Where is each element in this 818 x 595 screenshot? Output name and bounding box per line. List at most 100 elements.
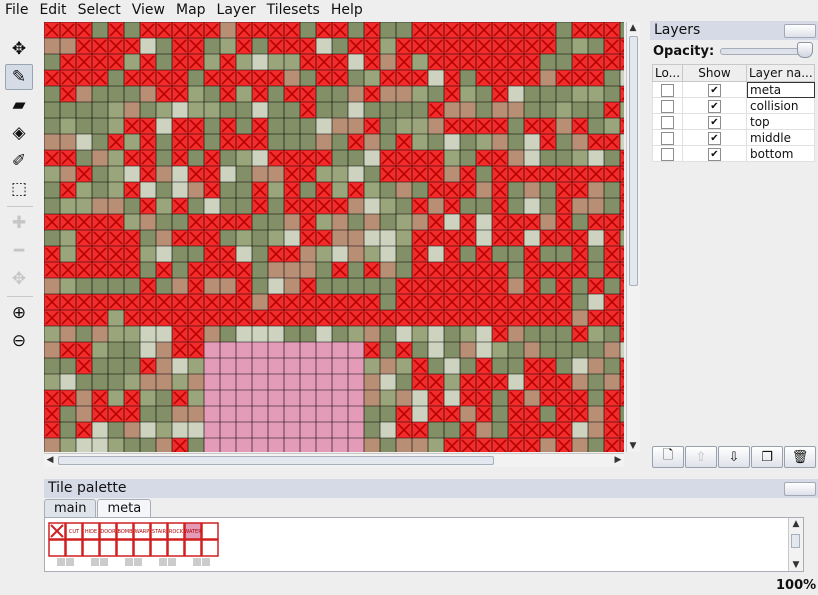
map-tile[interactable] (204, 54, 220, 70)
map-tile[interactable] (188, 438, 204, 452)
map-tile[interactable] (540, 406, 556, 422)
map-tile[interactable] (252, 230, 268, 246)
map-tile[interactable] (156, 326, 172, 342)
map-tile[interactable] (604, 86, 620, 102)
column-lock[interactable]: Lo... (652, 64, 683, 82)
map-tile[interactable] (204, 422, 220, 438)
map-tile[interactable] (188, 374, 204, 390)
map-tile[interactable] (364, 422, 380, 438)
map-tile[interactable] (156, 118, 172, 134)
map-tile[interactable] (572, 214, 588, 230)
map-tile[interactable] (444, 374, 460, 390)
map-tile[interactable] (588, 422, 604, 438)
map-tile[interactable] (156, 54, 172, 70)
map-tile[interactable] (108, 118, 124, 134)
map-tile[interactable] (156, 102, 172, 118)
map-tile[interactable] (60, 278, 76, 294)
map-tile[interactable] (508, 246, 524, 262)
map-tile[interactable] (236, 166, 252, 182)
map-tile[interactable] (572, 374, 588, 390)
map-tile[interactable] (316, 86, 332, 102)
map-tile[interactable] (348, 102, 364, 118)
map-tile[interactable] (188, 70, 204, 86)
new-layer-icon[interactable]: 🗋 (652, 446, 684, 468)
map-tile[interactable] (332, 422, 348, 438)
map-tile[interactable] (460, 198, 476, 214)
map-tile[interactable] (380, 358, 396, 374)
map-tile[interactable] (108, 326, 124, 342)
map-tile[interactable] (380, 390, 396, 406)
map-tile[interactable] (188, 182, 204, 198)
map-tile[interactable] (332, 342, 348, 358)
zoom-remove-icon[interactable]: ━ (5, 238, 33, 264)
map-tile[interactable] (444, 214, 460, 230)
map-tile[interactable] (348, 166, 364, 182)
map-tile[interactable] (300, 422, 316, 438)
map-tile[interactable] (300, 342, 316, 358)
zoom-out-icon[interactable]: ⊖ (5, 328, 33, 354)
map-tile[interactable] (428, 326, 444, 342)
map-tile[interactable] (44, 438, 60, 452)
map-tile[interactable] (604, 326, 620, 342)
map-tile[interactable] (412, 118, 428, 134)
map-tile[interactable] (428, 118, 444, 134)
map-tile[interactable] (220, 182, 236, 198)
map-tile[interactable] (492, 342, 508, 358)
map-tile[interactable] (156, 374, 172, 390)
map-tile[interactable] (108, 438, 124, 452)
map-tile[interactable] (428, 422, 444, 438)
map-tile[interactable] (364, 438, 380, 452)
map-tile[interactable] (572, 38, 588, 54)
map-tile[interactable] (284, 54, 300, 70)
map-tile[interactable] (284, 342, 300, 358)
map-tile[interactable] (396, 230, 412, 246)
map-tile[interactable] (444, 326, 460, 342)
map-tile[interactable] (460, 246, 476, 262)
map-tile[interactable] (284, 422, 300, 438)
map-tile[interactable] (364, 246, 380, 262)
map-tile[interactable] (60, 406, 76, 422)
map-tile[interactable] (444, 422, 460, 438)
map-tile[interactable] (348, 54, 364, 70)
map-tile[interactable] (252, 214, 268, 230)
map-tile[interactable] (332, 182, 348, 198)
map-tile[interactable] (572, 422, 588, 438)
map-tile[interactable] (540, 198, 556, 214)
map-tile[interactable] (348, 86, 364, 102)
map-tile[interactable] (220, 22, 236, 38)
map-tile[interactable] (220, 102, 236, 118)
map-tile[interactable] (268, 54, 284, 70)
map-tile[interactable] (60, 166, 76, 182)
map-tile[interactable] (124, 342, 140, 358)
map-tile[interactable] (92, 342, 108, 358)
map-tile[interactable] (604, 182, 620, 198)
map-tile[interactable] (76, 150, 92, 166)
map-tile[interactable] (252, 166, 268, 182)
map-tile[interactable] (508, 326, 524, 342)
layer-visible-checkbox[interactable]: ✔ (682, 81, 747, 98)
map-tile[interactable] (556, 358, 572, 374)
map-tile[interactable] (92, 278, 108, 294)
map-tile[interactable] (316, 326, 332, 342)
map-tile[interactable] (236, 182, 252, 198)
map-tile[interactable] (412, 390, 428, 406)
map-tile[interactable] (348, 278, 364, 294)
map-tile[interactable] (412, 342, 428, 358)
map-tile[interactable] (364, 70, 380, 86)
layer-visible-checkbox[interactable]: ✔ (682, 145, 747, 162)
map-tile[interactable] (44, 374, 60, 390)
map-tile[interactable] (252, 246, 268, 262)
map-tile[interactable] (284, 262, 300, 278)
map-tile[interactable] (92, 326, 108, 342)
map-tile[interactable] (428, 134, 444, 150)
map-tile[interactable] (252, 438, 268, 452)
map-tile[interactable] (220, 390, 236, 406)
map-tile[interactable] (428, 198, 444, 214)
map-tile[interactable] (236, 54, 252, 70)
map-tile[interactable] (476, 230, 492, 246)
map-tile[interactable] (188, 246, 204, 262)
map-tile[interactable] (540, 70, 556, 86)
map-tile[interactable] (396, 246, 412, 262)
map-tile[interactable] (252, 358, 268, 374)
palette-scroll-thumb[interactable] (791, 534, 800, 548)
